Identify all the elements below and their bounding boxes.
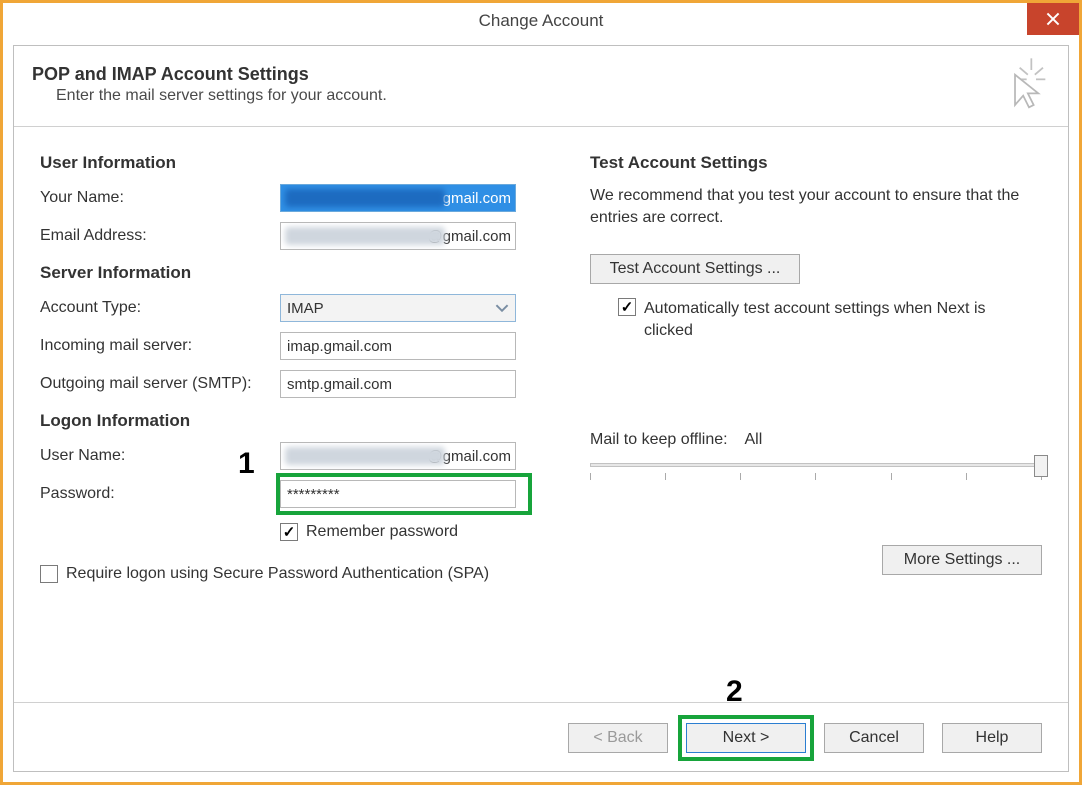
label-email: Email Address: bbox=[40, 227, 280, 245]
label-password: Password: bbox=[40, 485, 280, 503]
chevron-down-icon bbox=[495, 301, 509, 315]
label-mail-offline: Mail to keep offline: bbox=[590, 431, 728, 448]
window-title: Change Account bbox=[479, 11, 604, 31]
remember-password-checkbox[interactable] bbox=[280, 523, 298, 541]
back-button[interactable]: < Back bbox=[568, 723, 668, 753]
label-your-name: Your Name: bbox=[40, 189, 280, 207]
account-type-value: IMAP bbox=[287, 300, 324, 317]
user-name-field[interactable]: @gmail.com bbox=[280, 442, 516, 470]
page-subtitle: Enter the mail server settings for your … bbox=[56, 87, 387, 105]
dialog-header: POP and IMAP Account Settings Enter the … bbox=[14, 46, 1068, 127]
password-field[interactable] bbox=[280, 480, 516, 508]
page-title: POP and IMAP Account Settings bbox=[32, 64, 387, 85]
more-settings-button[interactable]: More Settings ... bbox=[882, 545, 1042, 575]
annotation-number-1: 1 bbox=[238, 447, 255, 481]
dialog-footer: 2 < Back Next > Cancel Help bbox=[14, 702, 1068, 771]
label-account-type: Account Type: bbox=[40, 299, 280, 317]
close-button[interactable] bbox=[1027, 3, 1079, 35]
incoming-server-field[interactable] bbox=[280, 332, 516, 360]
help-button[interactable]: Help bbox=[942, 723, 1042, 753]
section-user-info: User Information bbox=[40, 153, 550, 173]
mail-offline-slider[interactable] bbox=[590, 453, 1042, 485]
cancel-button[interactable]: Cancel bbox=[824, 723, 924, 753]
change-account-window: Change Account POP and IMAP Account Sett… bbox=[0, 0, 1082, 785]
cursor-sparkle-icon bbox=[994, 56, 1050, 112]
annotation-number-2: 2 bbox=[726, 675, 743, 709]
section-test: Test Account Settings bbox=[590, 153, 1042, 173]
mail-offline-value: All bbox=[744, 431, 762, 448]
left-column: User Information Your Name: gmail.com Em… bbox=[40, 149, 550, 702]
auto-test-checkbox[interactable] bbox=[618, 298, 636, 316]
account-type-select: IMAP bbox=[280, 294, 516, 322]
spa-checkbox[interactable] bbox=[40, 565, 58, 583]
close-icon bbox=[1046, 12, 1060, 26]
email-field[interactable]: @gmail.com bbox=[280, 222, 516, 250]
slider-track bbox=[590, 463, 1042, 467]
slider-ticks bbox=[590, 473, 1042, 480]
titlebar: Change Account bbox=[3, 3, 1079, 39]
label-remember: Remember password bbox=[306, 523, 458, 541]
label-outgoing: Outgoing mail server (SMTP): bbox=[40, 375, 280, 393]
slider-thumb[interactable] bbox=[1034, 455, 1048, 477]
label-spa: Require logon using Secure Password Auth… bbox=[66, 565, 489, 583]
dialog-inner: POP and IMAP Account Settings Enter the … bbox=[13, 45, 1069, 772]
test-account-settings-button[interactable]: Test Account Settings ... bbox=[590, 254, 800, 284]
next-button[interactable]: Next > bbox=[686, 723, 806, 753]
dialog-body: User Information Your Name: gmail.com Em… bbox=[14, 127, 1068, 702]
section-server-info: Server Information bbox=[40, 263, 550, 283]
your-name-field[interactable]: gmail.com bbox=[280, 184, 516, 212]
label-incoming: Incoming mail server: bbox=[40, 337, 280, 355]
label-auto-test: Automatically test account settings when… bbox=[644, 298, 1004, 341]
your-name-suffix: gmail.com bbox=[443, 190, 511, 207]
section-logon-info: Logon Information bbox=[40, 411, 550, 431]
outgoing-server-field[interactable] bbox=[280, 370, 516, 398]
test-description: We recommend that you test your account … bbox=[590, 185, 1042, 228]
right-column: Test Account Settings We recommend that … bbox=[550, 149, 1042, 702]
